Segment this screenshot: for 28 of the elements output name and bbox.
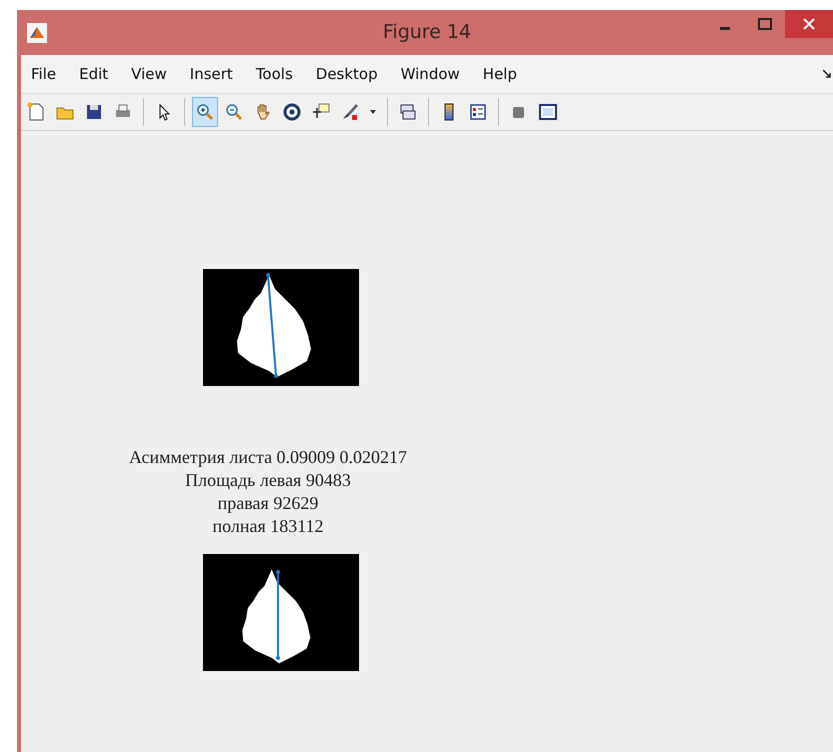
brush-icon — [340, 102, 360, 122]
close-icon — [803, 18, 815, 30]
figure-text: правая 92629 — [218, 492, 318, 515]
close-button[interactable] — [785, 10, 833, 38]
menu-item[interactable]: Edit — [77, 65, 120, 83]
menu-item[interactable]: View — [129, 65, 178, 83]
menu-item[interactable]: Help — [480, 65, 528, 83]
menu-item[interactable]: Window — [398, 65, 471, 83]
figure-text: Площадь левая 90483 — [185, 469, 351, 492]
app-logo-icon — [27, 22, 47, 42]
menu-item[interactable]: Insert — [188, 65, 244, 83]
caret-icon — [369, 108, 377, 116]
maximize-icon — [758, 18, 772, 30]
minimize-icon — [720, 26, 730, 30]
new-document-icon — [26, 102, 46, 122]
figure-text: полная 183112 — [212, 515, 324, 538]
menu-item[interactable]: File — [29, 65, 68, 83]
zoom-in-icon — [195, 102, 215, 122]
zoom-out-icon — [224, 102, 244, 122]
linked-plots-icon — [398, 102, 418, 122]
rotate-icon — [282, 102, 302, 122]
figure-text: Асимметрия листа 0.09009 0.020217 — [128, 446, 408, 469]
legend-icon — [468, 102, 488, 122]
arrow-icon — [823, 70, 831, 78]
window-icon — [538, 102, 558, 122]
menu-item[interactable]: Desktop — [314, 65, 389, 83]
window-title: Figure 14 — [382, 21, 472, 43]
menu-item[interactable]: Tools — [254, 65, 304, 83]
